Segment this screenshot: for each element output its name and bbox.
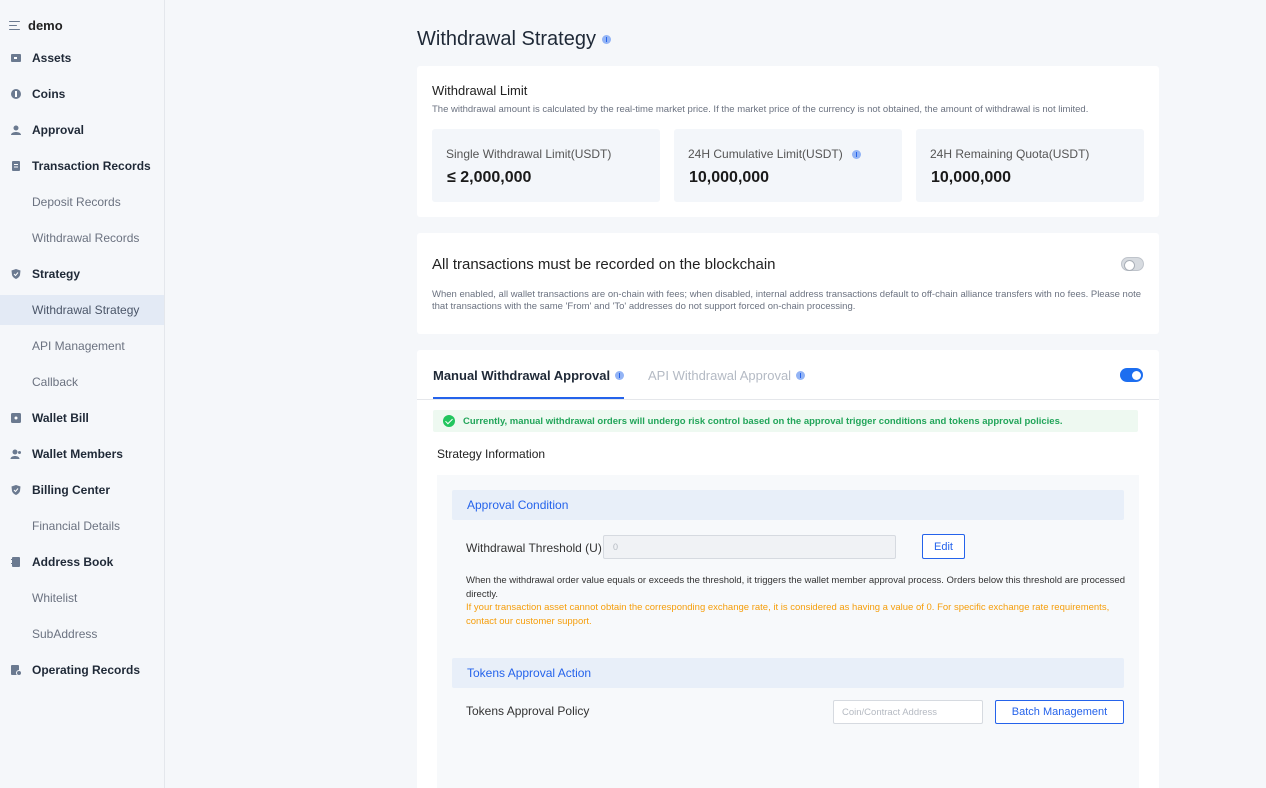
sidebar-item-label: Withdrawal Records xyxy=(32,231,140,245)
blockchain-heading: All transactions must be recorded on the… xyxy=(432,256,776,273)
tab-api-withdrawal-approval[interactable]: API Withdrawal Approval xyxy=(648,368,806,383)
sidebar-item-label: Billing Center xyxy=(32,483,111,497)
info-icon[interactable] xyxy=(796,371,806,380)
sidebar-item-strategy[interactable]: Strategy xyxy=(0,259,164,289)
check-circle-icon xyxy=(443,415,455,427)
tab-label: Manual Withdrawal Approval xyxy=(433,368,611,383)
sidebar-item-label: Transaction Records xyxy=(32,159,151,173)
document-icon xyxy=(12,161,20,171)
sidebar-item-label: Withdrawal Strategy xyxy=(32,303,140,317)
tab-manual-withdrawal-approval[interactable]: Manual Withdrawal Approval xyxy=(433,368,625,383)
bill-icon xyxy=(11,413,21,423)
shield-icon xyxy=(11,485,21,495)
sidebar-item-label: Deposit Records xyxy=(32,195,121,209)
sidebar-item-api-management[interactable]: API Management xyxy=(0,331,164,361)
sidebar-item-label: API Management xyxy=(32,339,125,353)
members-icon xyxy=(10,449,21,459)
coin-contract-search-input[interactable]: Coin/Contract Address xyxy=(833,700,983,724)
sidebar-item-withdrawal-strategy[interactable]: Withdrawal Strategy xyxy=(0,295,164,325)
edit-button[interactable]: Edit xyxy=(922,534,965,559)
sidebar-item-subaddress[interactable]: SubAddress xyxy=(0,619,164,649)
tokens-approval-policy-label: Tokens Approval Policy xyxy=(466,704,590,718)
limit-label: 24H Cumulative Limit(USDT) xyxy=(688,147,843,161)
user-icon xyxy=(11,125,21,135)
remaining-quota-box: 24H Remaining Quota(USDT) 10,000,000 xyxy=(916,129,1144,202)
approval-tabs: Manual Withdrawal Approval API Withdrawa… xyxy=(417,350,1159,400)
limit-label: 24H Remaining Quota(USDT) xyxy=(930,147,1090,161)
sidebar-item-label: Operating Records xyxy=(32,663,141,677)
blockchain-description: When enabled, all wallet transactions ar… xyxy=(432,289,1142,312)
info-icon[interactable] xyxy=(615,371,625,380)
active-tab-indicator xyxy=(433,397,624,399)
info-icon[interactable] xyxy=(851,149,861,159)
sidebar-item-address-book[interactable]: Address Book xyxy=(0,547,164,577)
withdrawal-threshold-input[interactable]: 0 xyxy=(603,535,896,559)
approval-condition-header: Approval Condition xyxy=(452,490,1124,520)
sidebar-item-label: Financial Details xyxy=(32,519,121,533)
limit-value: 10,000,000 xyxy=(689,169,770,186)
page-title-text: Withdrawal Strategy xyxy=(417,28,596,50)
sidebar-item-financial-details[interactable]: Financial Details xyxy=(0,511,164,541)
sidebar-item-label: Address Book xyxy=(32,555,114,569)
approval-card: Manual Withdrawal Approval API Withdrawa… xyxy=(417,350,1159,788)
blockchain-card: All transactions must be recorded on the… xyxy=(417,233,1159,334)
sidebar-item-transaction-records[interactable]: Transaction Records xyxy=(0,151,164,181)
tab-label: API Withdrawal Approval xyxy=(648,368,792,383)
exchange-rate-warning: If your transaction asset cannot obtain … xyxy=(466,602,1110,627)
threshold-description: When the withdrawal order value equals o… xyxy=(466,575,1125,600)
strategy-panel: Approval Condition Withdrawal Threshold … xyxy=(437,475,1139,788)
limit-value: ≤ 2,000,000 xyxy=(447,169,532,186)
batch-management-button[interactable]: Batch Management xyxy=(995,700,1124,724)
sidebar-item-approval[interactable]: Approval xyxy=(0,115,164,145)
coin-icon xyxy=(11,89,21,99)
records-icon xyxy=(11,665,22,676)
tokens-approval-action-header: Tokens Approval Action xyxy=(452,658,1124,688)
sidebar-item-wallet-members[interactable]: Wallet Members xyxy=(0,439,164,469)
sidebar-item-operating-records[interactable]: Operating Records xyxy=(0,655,164,685)
withdrawal-limit-heading: Withdrawal Limit xyxy=(432,83,528,98)
sidebar: demo Assets Coins Approval Transaction R… xyxy=(0,0,165,788)
sidebar-item-label: Callback xyxy=(32,375,79,389)
sidebar-item-billing-center[interactable]: Billing Center xyxy=(0,475,164,505)
single-limit-box: Single Withdrawal Limit(USDT) ≤ 2,000,00… xyxy=(432,129,660,202)
book-icon xyxy=(11,557,20,567)
limit-label-row: 24H Cumulative Limit(USDT) xyxy=(688,147,861,161)
sidebar-item-label: Wallet Bill xyxy=(32,411,89,425)
wallet-icon xyxy=(11,54,21,62)
approval-toggle[interactable] xyxy=(1120,368,1143,382)
withdrawal-limit-card: Withdrawal Limit The withdrawal amount i… xyxy=(417,66,1159,217)
sidebar-item-deposit-records[interactable]: Deposit Records xyxy=(0,187,164,217)
blockchain-toggle[interactable] xyxy=(1121,257,1144,271)
sidebar-item-label: SubAddress xyxy=(32,627,98,641)
sidebar-item-label: Coins xyxy=(32,87,66,101)
sidebar-item-withdrawal-records[interactable]: Withdrawal Records xyxy=(0,223,164,253)
sidebar-item-callback[interactable]: Callback xyxy=(0,367,164,397)
sidebar-item-label: Assets xyxy=(32,51,72,65)
sidebar-item-whitelist[interactable]: Whitelist xyxy=(0,583,164,613)
menu-icon[interactable] xyxy=(9,20,20,30)
sidebar-item-label: Whitelist xyxy=(32,591,78,605)
limit-label: Single Withdrawal Limit(USDT) xyxy=(446,147,612,161)
workspace-title: demo xyxy=(28,17,63,33)
sidebar-item-assets[interactable]: Assets xyxy=(0,43,164,73)
alert-text: Currently, manual withdrawal orders will… xyxy=(463,415,1063,427)
withdrawal-limit-description: The withdrawal amount is calculated by t… xyxy=(432,104,1089,115)
sidebar-item-label: Approval xyxy=(32,123,85,137)
limit-value: 10,000,000 xyxy=(931,169,1012,186)
sidebar-item-wallet-bill[interactable]: Wallet Bill xyxy=(0,403,164,433)
page-title: Withdrawal Strategy xyxy=(417,28,611,51)
withdrawal-threshold-label: Withdrawal Threshold (U) xyxy=(466,541,602,555)
sidebar-item-label: Strategy xyxy=(32,267,81,281)
shield-icon xyxy=(11,269,21,279)
info-icon[interactable] xyxy=(601,35,611,44)
cumulative-limit-box: 24H Cumulative Limit(USDT) 10,000,000 xyxy=(674,129,902,202)
sidebar-item-coins[interactable]: Coins xyxy=(0,79,164,109)
status-alert: Currently, manual withdrawal orders will… xyxy=(433,410,1138,432)
strategy-information-label: Strategy Information xyxy=(437,447,546,461)
main-content: Withdrawal Strategy Withdrawal Limit The… xyxy=(165,0,1266,788)
sidebar-item-label: Wallet Members xyxy=(32,447,123,461)
